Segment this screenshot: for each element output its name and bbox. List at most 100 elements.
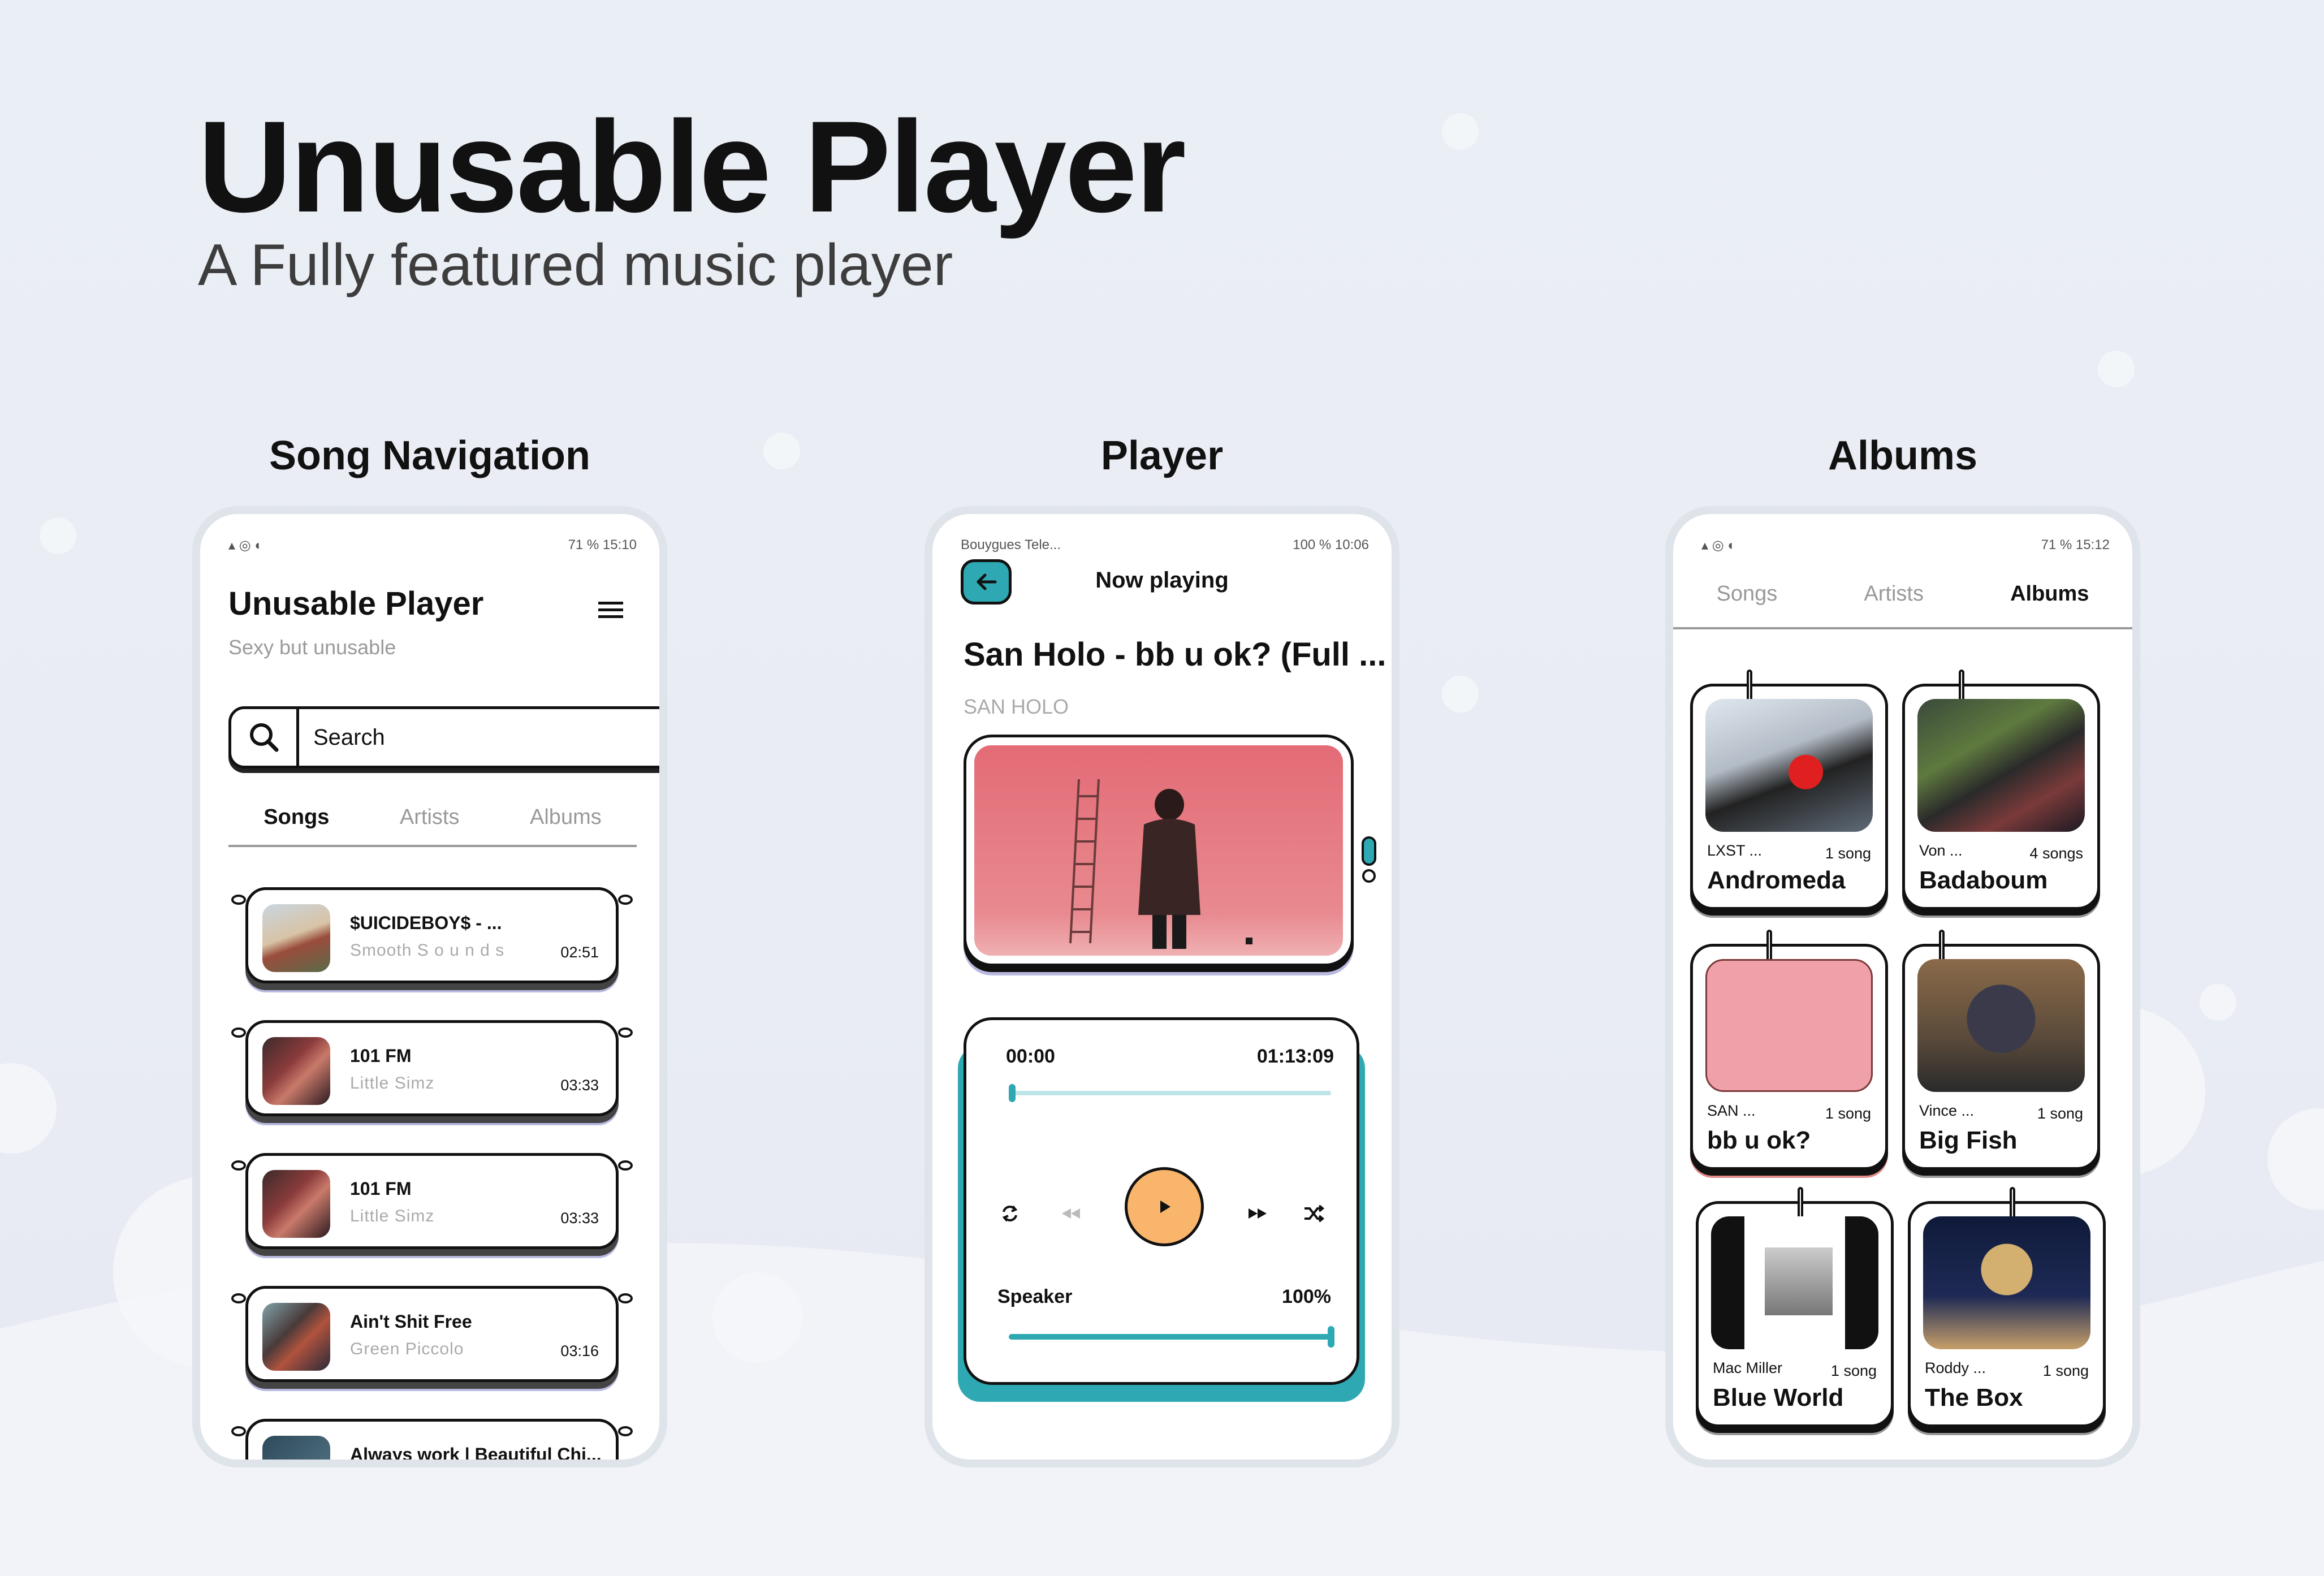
album-card[interactable]: Roddy ... 1 song The Box xyxy=(1908,1187,2106,1427)
binder-ring xyxy=(231,1293,246,1303)
bg-bubble xyxy=(2200,984,2236,1021)
album-song-count: 1 song xyxy=(2037,1105,2083,1122)
song-duration: 03:33 xyxy=(560,1077,599,1094)
album-cover xyxy=(1705,699,1873,832)
song-duration: 03:33 xyxy=(560,1210,599,1227)
album-artist: SAN ... xyxy=(1707,1102,1756,1119)
binder-ring xyxy=(231,1160,246,1171)
album-title: bb u ok? xyxy=(1707,1126,1811,1154)
tab-albums[interactable]: Albums xyxy=(2005,571,2095,627)
album-title: Big Fish xyxy=(1919,1126,2018,1154)
album-cover xyxy=(1917,699,2085,832)
binder-ring xyxy=(618,1293,633,1303)
bg-bubble xyxy=(2098,351,2135,387)
bg-bubble xyxy=(40,517,76,554)
song-title: 101 FM xyxy=(350,1046,412,1066)
hamburger-icon[interactable] xyxy=(597,599,625,621)
volume-handle[interactable] xyxy=(1328,1326,1334,1348)
album-artist: Von ... xyxy=(1919,842,1963,859)
play-button[interactable] xyxy=(1125,1167,1204,1246)
status-bar: ▴ ◎ ◐ 71 % 15:12 xyxy=(1701,534,2110,556)
binder-ring xyxy=(231,1426,246,1436)
video-frame xyxy=(974,745,1343,956)
hanger-hook xyxy=(2010,1187,2015,1220)
song-cover xyxy=(262,1037,330,1105)
album-artist: LXST ... xyxy=(1707,842,1763,859)
list-item[interactable]: 101 FM Little Simz 03:33 xyxy=(231,1153,633,1249)
song-cover xyxy=(262,1436,330,1460)
list-item[interactable]: $UICIDEBOY$ - ... Smooth S o u n d s 02:… xyxy=(231,887,633,983)
now-playing-header: Now playing xyxy=(1095,568,1229,593)
status-battery-time: 100 % 10:06 xyxy=(1293,537,1369,552)
song-title: 101 FM xyxy=(350,1178,412,1199)
binder-ring xyxy=(618,1160,633,1171)
album-card[interactable]: SAN ... 1 song bb u ok? xyxy=(1690,930,1888,1170)
status-icons-left: ▴ ◎ ◐ xyxy=(228,537,263,553)
app-subtitle: Sexy but unusable xyxy=(228,636,396,659)
volume-slider[interactable] xyxy=(1009,1326,1334,1348)
list-item[interactable]: 101 FM Little Simz 03:33 xyxy=(231,1020,633,1116)
tab-artists[interactable]: Artists xyxy=(1864,571,1924,627)
album-card[interactable]: LXST ... 1 song Andromeda xyxy=(1690,670,1888,910)
phone-player: Bouygues Tele... 100 % 10:06 Now playing… xyxy=(925,506,1399,1467)
status-bar: ▴ ◎ ◐ 71 % 15:10 xyxy=(228,534,637,556)
song-title: Always work | Beautiful Chi... xyxy=(350,1444,602,1465)
album-title: Andromeda xyxy=(1707,866,1846,894)
hanger-hook xyxy=(1747,670,1752,702)
status-carrier: Bouygues Tele... xyxy=(961,537,1061,552)
song-artist: SAN HOLO xyxy=(964,695,1069,718)
progress-handle[interactable] xyxy=(1009,1084,1016,1102)
player-controls-card: 00:00 01:13:09 Speaker 100% xyxy=(964,1017,1359,1385)
tab-songs[interactable]: Songs xyxy=(1717,571,1778,627)
section-title-albums: Albums xyxy=(1828,433,1978,478)
bg-bubble xyxy=(763,433,800,469)
album-card[interactable]: Vince ... 1 song Big Fish xyxy=(1902,930,2100,1170)
song-title: Ain't Shit Free xyxy=(350,1311,472,1332)
song-title: San Holo - bb u ok? (Full ... xyxy=(964,636,1386,673)
binder-ring xyxy=(231,1027,246,1038)
album-title: Badaboum xyxy=(1919,866,2048,894)
binder-ring xyxy=(618,1027,633,1038)
rewind-icon[interactable] xyxy=(1060,1204,1082,1226)
list-item[interactable]: Always work | Beautiful Chi... xyxy=(231,1419,633,1465)
phone-albums: ▴ ◎ ◐ 71 % 15:12 Songs Artists Albums LX… xyxy=(1665,506,2140,1467)
album-cover xyxy=(1917,959,2085,1092)
song-artist: Little Simz xyxy=(350,1207,435,1225)
phone-song-navigation: ▴ ◎ ◐ 71 % 15:10 Unusable Player Sexy bu… xyxy=(192,506,667,1467)
tab-songs[interactable]: Songs xyxy=(258,800,335,845)
album-song-count: 1 song xyxy=(1825,845,1871,862)
album-photo xyxy=(1765,1247,1833,1315)
tab-artists[interactable]: Artists xyxy=(400,800,460,845)
time-current: 00:00 xyxy=(1006,1046,1055,1067)
tab-albums[interactable]: Albums xyxy=(530,800,602,845)
tab-bar: Songs Artists Albums xyxy=(228,800,637,847)
section-title-player: Player xyxy=(1100,433,1224,478)
album-card[interactable]: Von ... 4 songs Badaboum xyxy=(1902,670,2100,910)
song-duration: 03:16 xyxy=(560,1342,599,1359)
search-icon xyxy=(231,709,299,766)
song-cover xyxy=(262,1170,330,1238)
video-player[interactable] xyxy=(964,735,1354,966)
album-song-count: 1 song xyxy=(1825,1105,1871,1122)
song-artist: Little Simz xyxy=(350,1074,435,1093)
status-battery-time: 71 % 15:10 xyxy=(568,537,637,552)
status-bar: Bouygues Tele... 100 % 10:06 xyxy=(961,534,1369,556)
hanger-hook xyxy=(1959,670,1964,702)
song-artist: Green Piccolo xyxy=(350,1340,464,1358)
repeat-icon[interactable] xyxy=(1000,1204,1020,1226)
volume-value: 100% xyxy=(1282,1286,1331,1307)
page-indicator xyxy=(1360,836,1377,890)
hanger-hook xyxy=(1939,930,1945,962)
fast-forward-icon[interactable] xyxy=(1246,1204,1269,1226)
bg-bubble xyxy=(1442,676,1479,713)
shuffle-icon[interactable] xyxy=(1303,1204,1325,1226)
album-song-count: 1 song xyxy=(1830,1362,1877,1379)
list-item[interactable]: Ain't Shit Free Green Piccolo 03:16 xyxy=(231,1286,633,1382)
tab-bar: Songs Artists Albums xyxy=(1673,571,2132,629)
album-card[interactable]: Mac Miller 1 song Blue World xyxy=(1696,1187,1894,1427)
album-title: Blue World xyxy=(1713,1384,1844,1411)
binder-ring xyxy=(618,1426,633,1436)
time-total: 01:13:09 xyxy=(1256,1046,1334,1067)
progress-slider[interactable] xyxy=(1009,1084,1331,1102)
search-input[interactable]: Search xyxy=(228,706,659,768)
